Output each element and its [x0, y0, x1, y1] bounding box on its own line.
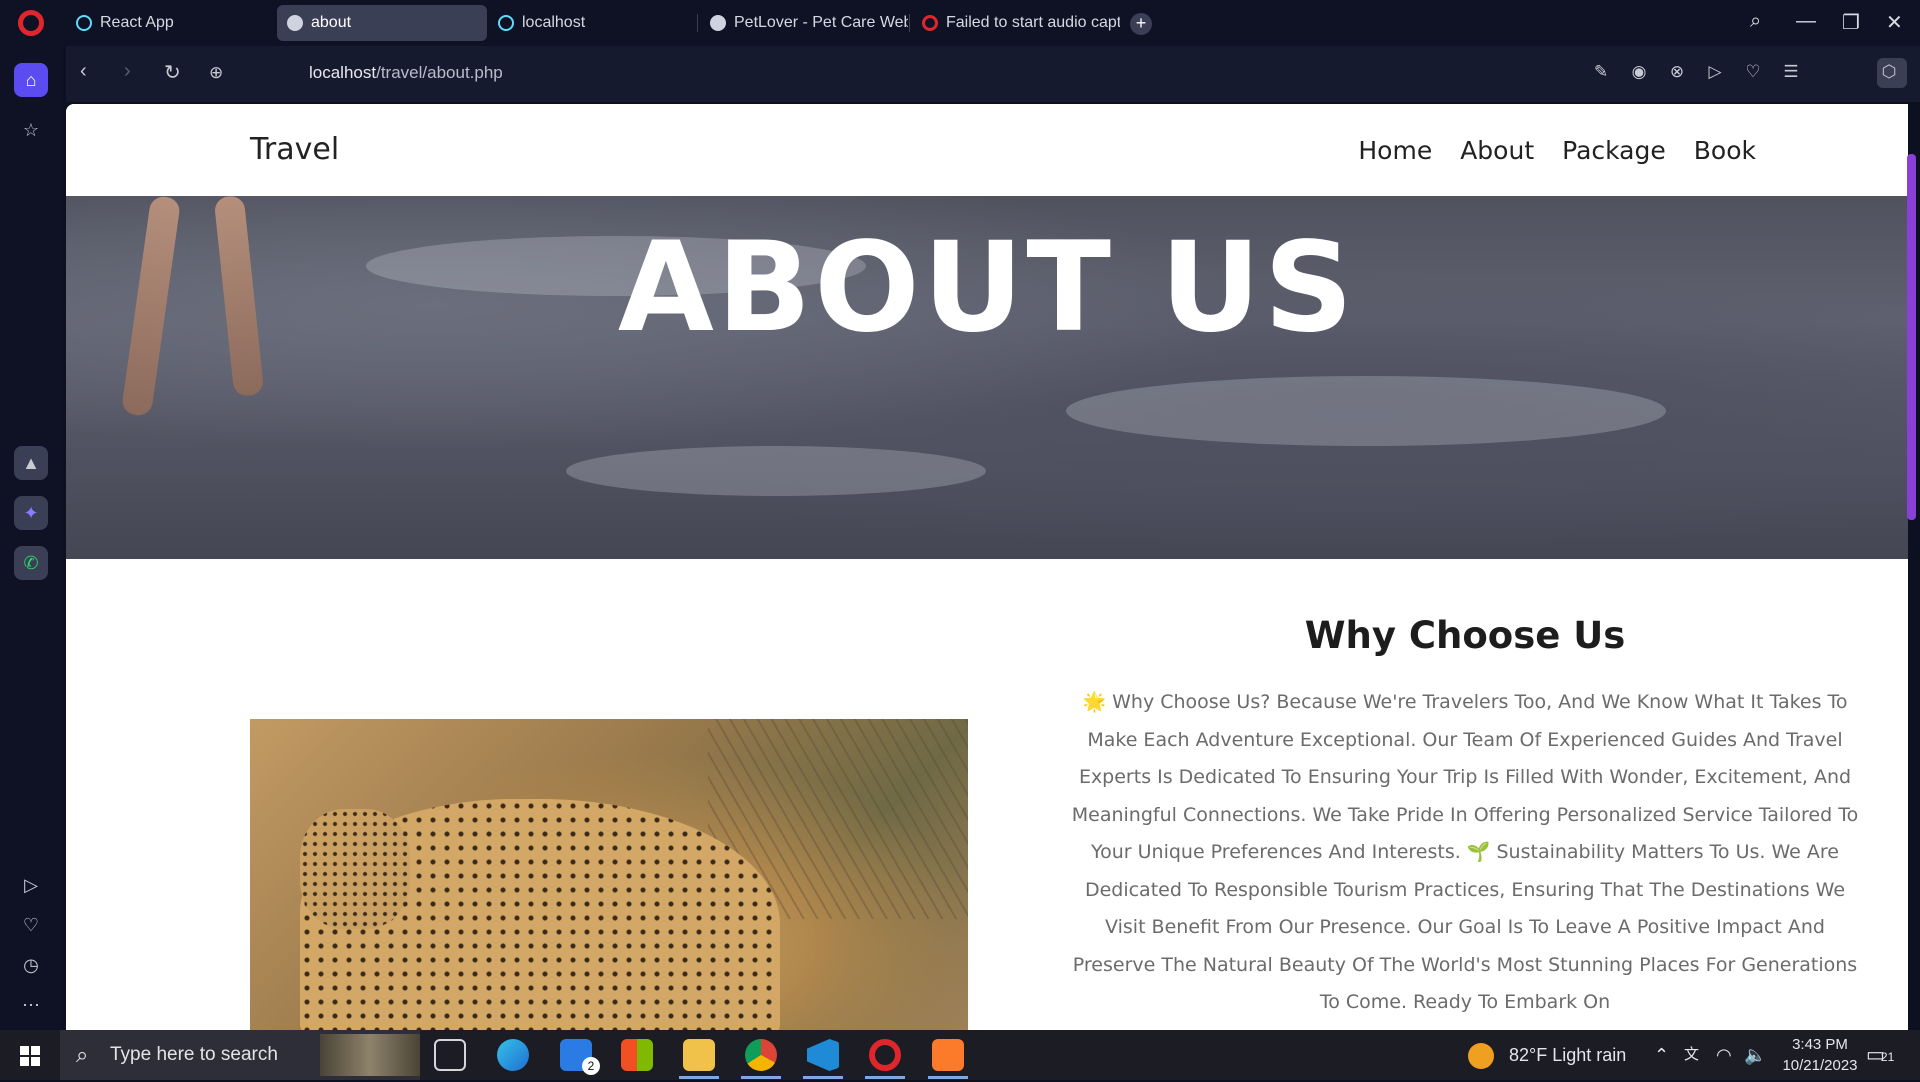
leopard-image [250, 719, 968, 1030]
tab-title: Failed to start audio captu [946, 14, 1120, 31]
taskbar-search[interactable]: ⌕ Type here to search [60, 1030, 420, 1080]
react-icon [498, 15, 514, 31]
site-nav: Home About Package Book [1358, 136, 1756, 165]
search-icon: ⌕ [76, 1042, 89, 1067]
whatsapp-icon[interactable]: ✆ [14, 546, 48, 580]
volume-icon[interactable]: 🔈 [1744, 1030, 1766, 1080]
tab-divider [909, 14, 910, 32]
minimize-icon[interactable]: — [1796, 10, 1816, 33]
weather-widget[interactable]: 82°F Light rain [1468, 1030, 1626, 1080]
globe-icon [710, 15, 726, 31]
notification-count: 21 [1880, 1050, 1895, 1064]
wave-foam [1066, 376, 1666, 446]
close-icon[interactable]: ✕ [1886, 10, 1903, 35]
globe-icon [287, 15, 303, 31]
mail-icon[interactable]: 2 [560, 1039, 600, 1075]
running-indicator [803, 1076, 843, 1079]
wave-foam [566, 446, 986, 496]
task-view-icon[interactable] [434, 1039, 466, 1071]
tab-search-icon[interactable]: ⌕ [1750, 10, 1761, 33]
nav-book[interactable]: Book [1694, 136, 1756, 165]
home-icon[interactable]: ⌂ [14, 63, 48, 97]
page-scrollbar[interactable] [1907, 154, 1916, 520]
xampp-icon[interactable] [932, 1039, 964, 1071]
extensions-icon[interactable]: ⬡ [1878, 62, 1900, 84]
messenger-icon[interactable]: ✦ [14, 496, 48, 530]
nav-home[interactable]: Home [1358, 136, 1432, 165]
react-icon [76, 15, 92, 31]
edge-icon[interactable] [497, 1039, 529, 1071]
notifications-icon[interactable]: ▭21 [1866, 1030, 1894, 1080]
player-icon[interactable]: ▷ [14, 868, 48, 902]
tab-title: localhost [522, 14, 586, 31]
clock-date: 10/21/2023 [1782, 1057, 1858, 1074]
forward-icon[interactable]: › [124, 60, 131, 83]
heart-icon[interactable]: ♡ [14, 908, 48, 942]
opera-taskbar-icon[interactable] [869, 1039, 901, 1071]
clock-time: 3:43 PM [1792, 1036, 1848, 1053]
hero-title: ABOUT US [617, 216, 1357, 360]
tab-title: PetLover - Pet Care Websi [734, 14, 908, 31]
tab-title: about [311, 14, 352, 31]
site-brand[interactable]: Travel [250, 132, 339, 167]
url-field[interactable]: localhost/travel/about.php [309, 63, 503, 83]
star-icon[interactable]: ☆ [14, 113, 48, 147]
address-bar: ‹ › ↻ ⊕ localhost/travel/about.php ✎ ◉ ⊗… [66, 46, 1920, 102]
reload-icon[interactable]: ↻ [164, 60, 181, 85]
tab-bar: React App about localhost PetLover - Pet… [0, 0, 1920, 46]
network-icon[interactable]: ◠ [1716, 1030, 1732, 1080]
running-indicator [679, 1076, 719, 1079]
hero-banner: ABOUT US [66, 194, 1908, 559]
file-explorer-icon[interactable] [683, 1039, 715, 1071]
chrome-icon[interactable] [745, 1039, 777, 1071]
new-tab-button[interactable]: + [1130, 13, 1152, 35]
vscode-icon[interactable] [807, 1039, 839, 1071]
send-icon[interactable]: ▷ [1704, 62, 1726, 84]
input-method-icon[interactable]: 文 [1684, 1030, 1699, 1080]
more-icon[interactable]: ⋯ [14, 988, 48, 1022]
tab-react-app[interactable]: React App [66, 5, 276, 41]
tab-divider [697, 14, 698, 32]
easy-setup-icon[interactable]: ☰ [1780, 62, 1802, 84]
weather-text: 82°F Light rain [1509, 1045, 1627, 1065]
restore-icon[interactable]: ❐ [1842, 10, 1860, 35]
section-text: 🌟 Why Choose Us? Because We're Travelers… [1071, 691, 1859, 1013]
running-indicator [741, 1076, 781, 1079]
running-indicator [928, 1076, 968, 1079]
site-navbar: Travel Home About Package Book [66, 104, 1908, 196]
windows-taskbar: ⌕ Type here to search 2 82°F Light rain … [0, 1030, 1920, 1080]
url-path: /travel/about.php [376, 63, 503, 82]
weather-icon [1468, 1043, 1494, 1070]
mail-badge: 2 [582, 1057, 600, 1075]
leopard-head [300, 809, 410, 929]
system-clock[interactable]: 3:43 PM 10/21/2023 [1770, 1034, 1870, 1076]
search-highlight-image [320, 1034, 420, 1076]
opera-sidebar: ⌂ ☆ ▲ ✦ ✆ ▷ ♡ ◷ ⋯ [0, 46, 62, 1030]
tab-title: React App [100, 14, 174, 31]
history-icon[interactable]: ◷ [14, 948, 48, 982]
url-host: localhost [309, 63, 377, 82]
adblock-icon[interactable]: ⊗ [1666, 62, 1688, 84]
windows-start-icon[interactable] [20, 1046, 40, 1066]
store-icon[interactable] [621, 1039, 653, 1071]
nav-package[interactable]: Package [1562, 136, 1666, 165]
tab-petlover[interactable]: PetLover - Pet Care Websi [700, 5, 908, 41]
opera-logo-icon[interactable] [18, 10, 44, 36]
tab-localhost[interactable]: localhost [488, 5, 688, 41]
favorite-icon[interactable]: ♡ [1742, 62, 1764, 84]
tab-audio-capture[interactable]: Failed to start audio captu [912, 5, 1120, 41]
chevron-up-icon[interactable]: ⌃ [1654, 1030, 1669, 1080]
edit-icon[interactable]: ✎ [1590, 62, 1612, 84]
running-indicator [865, 1076, 905, 1079]
site-info-icon[interactable]: ⊕ [209, 63, 223, 83]
aria-icon[interactable]: ▲ [14, 446, 48, 480]
back-icon[interactable]: ‹ [80, 60, 87, 83]
tab-about[interactable]: about [277, 5, 487, 41]
record-icon [922, 15, 938, 31]
camera-icon[interactable]: ◉ [1628, 62, 1650, 84]
section-title: Why Choose Us [1304, 614, 1626, 657]
search-placeholder: Type here to search [110, 1044, 278, 1065]
web-page: Travel Home About Package Book ABOUT US … [66, 104, 1908, 1030]
nav-about[interactable]: About [1460, 136, 1534, 165]
